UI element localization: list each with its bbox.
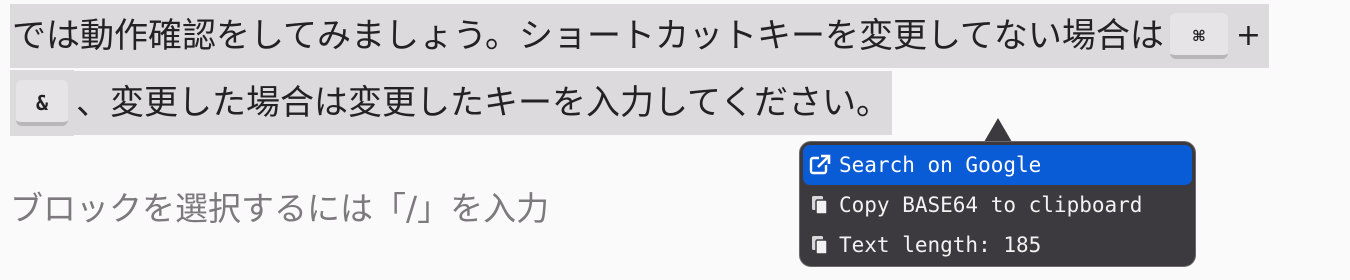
menu-item-text-length[interactable]: Text length: 185 — [803, 225, 1192, 265]
block-placeholder[interactable]: ブロックを選択するには「/」を入力 — [10, 182, 549, 230]
popup-arrow — [984, 118, 1012, 142]
menu-item-search-google[interactable]: Search on Google — [803, 145, 1192, 185]
cmd-key-wrap: ⌘ — [1165, 4, 1232, 68]
selected-text-line-2[interactable]: 、変更した場合は変更したキーを入力してください。 — [74, 71, 892, 135]
menu-item-label: Text length: 185 — [839, 233, 1042, 257]
context-popup-menu: Search on Google Copy BASE64 to clipboar… — [799, 141, 1196, 267]
copy-icon — [807, 192, 833, 218]
external-link-icon — [807, 152, 833, 178]
menu-item-label: Search on Google — [839, 153, 1042, 177]
editor-line-1[interactable]: では動作確認をしてみましょう。ショートカットキーを変更してない場合は ⌘ + — [10, 4, 1270, 68]
editor-line-2[interactable]: & 、変更した場合は変更したキーを入力してください。 — [10, 70, 892, 136]
plus-sign: + — [1231, 4, 1270, 68]
selected-text-line-1[interactable]: では動作確認をしてみましょう。ショートカットキーを変更してない場合は — [10, 4, 1166, 68]
copy-icon — [807, 232, 833, 258]
amp-key-wrap: & — [10, 70, 74, 136]
menu-item-label: Copy BASE64 to clipboard — [839, 193, 1143, 217]
menu-item-copy-base64[interactable]: Copy BASE64 to clipboard — [803, 185, 1192, 225]
cmd-keycap: ⌘ — [1169, 13, 1228, 59]
ampersand-keycap: & — [16, 80, 68, 126]
